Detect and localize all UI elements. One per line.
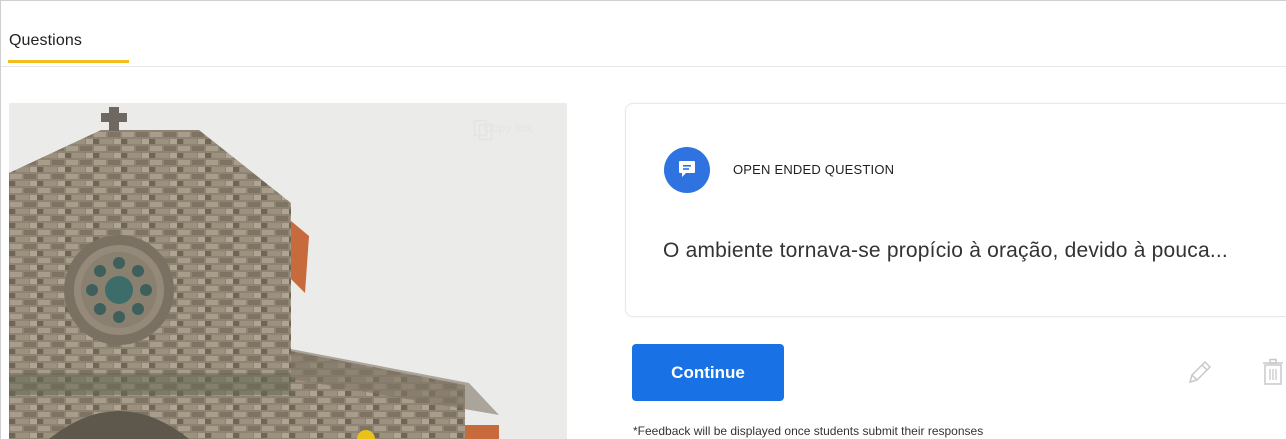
question-type-label: OPEN ENDED QUESTION — [733, 162, 895, 177]
question-image: Copy link — [9, 103, 567, 439]
feedback-note: *Feedback will be displayed once student… — [633, 424, 984, 438]
tab-divider — [1, 66, 1286, 67]
trash-icon[interactable] — [1262, 358, 1284, 386]
comment-icon — [679, 161, 695, 177]
copy-link-button[interactable]: Copy link — [473, 119, 543, 141]
tab-active-indicator — [8, 60, 129, 63]
church-photo — [9, 103, 567, 439]
tab-questions[interactable]: Questions — [8, 0, 129, 66]
question-text: O ambiente tornava-se propício à oração,… — [663, 239, 1228, 262]
copy-icon — [473, 119, 493, 141]
window-border-top — [0, 0, 1286, 1]
continue-button[interactable]: Continue — [632, 344, 784, 401]
tab-questions-label: Questions — [9, 32, 82, 49]
pencil-icon[interactable] — [1186, 358, 1214, 386]
question-type-badge — [664, 147, 710, 193]
question-card: OPEN ENDED QUESTION O ambiente tornava-s… — [625, 103, 1286, 317]
